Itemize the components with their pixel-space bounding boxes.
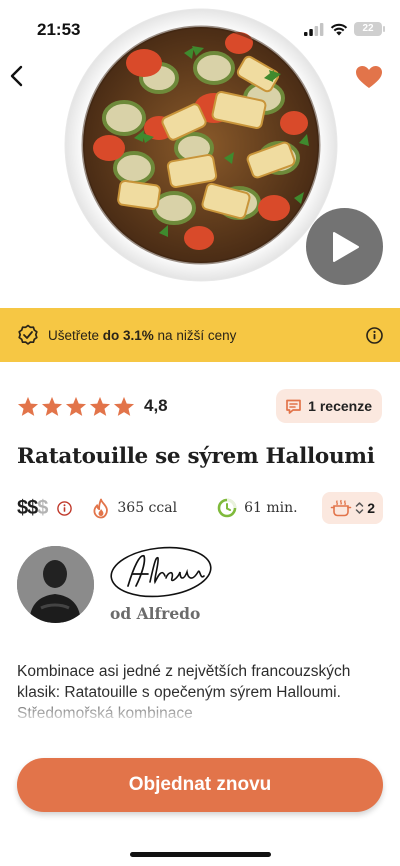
stepper-arrows-icon xyxy=(355,502,364,514)
back-button[interactable] xyxy=(5,62,27,90)
recipe-hero: 21:53 22 xyxy=(0,0,400,308)
rating-row: 4,8 xyxy=(17,392,168,420)
rating-value: 4,8 xyxy=(144,396,168,415)
favorite-button[interactable] xyxy=(354,63,384,91)
savings-highlight: do 3.1% xyxy=(102,327,154,343)
home-indicator[interactable] xyxy=(130,852,271,857)
play-icon xyxy=(332,231,359,262)
reviews-label: 1 recenze xyxy=(308,398,372,414)
status-time: 21:53 xyxy=(37,20,81,39)
star-icon xyxy=(41,396,63,416)
play-video-button[interactable] xyxy=(306,208,383,285)
star-icon xyxy=(89,396,111,416)
heart-icon xyxy=(356,66,382,88)
star-icon xyxy=(65,396,87,416)
review-icon xyxy=(286,399,302,414)
star-icon xyxy=(17,396,39,416)
badge-check-icon xyxy=(18,324,38,345)
info-icon[interactable] xyxy=(366,326,383,344)
author-name[interactable]: od Alfredo xyxy=(110,604,200,623)
calories-value: 365 ccal xyxy=(117,500,178,516)
recipe-meta: $$$ 365 ccal 61 min. 2 xyxy=(17,492,383,524)
price-info-button[interactable] xyxy=(57,500,73,516)
price-level: $$$ xyxy=(17,496,48,520)
savings-text: Ušetřete do 3.1% na nižší ceny xyxy=(48,328,236,343)
cellular-signal-icon xyxy=(304,22,324,36)
savings-prefix: Ušetřete xyxy=(48,327,103,343)
price-level-dim: $ xyxy=(37,496,48,519)
signature xyxy=(110,546,212,598)
savings-banner[interactable]: Ušetřete do 3.1% na nižší ceny xyxy=(0,308,400,362)
flame-icon xyxy=(93,498,109,518)
info-icon xyxy=(57,500,73,516)
reviews-button[interactable]: 1 recenze xyxy=(276,389,382,423)
recipe-title: Ratatouille se sýrem Halloumi xyxy=(17,444,375,469)
servings-stepper[interactable]: 2 xyxy=(322,492,383,524)
price-level-active: $$ xyxy=(17,496,38,519)
savings-suffix: na nižší ceny xyxy=(153,327,237,343)
servings-value: 2 xyxy=(367,500,375,516)
cooking-pot-icon xyxy=(330,499,352,517)
back-arrow-icon xyxy=(10,65,23,87)
battery-level: 22 xyxy=(362,23,374,34)
time-value: 61 min. xyxy=(244,500,298,516)
wifi-icon xyxy=(330,23,348,35)
prep-time: 61 min. xyxy=(217,498,298,518)
calories: 365 ccal xyxy=(92,498,177,519)
order-again-button[interactable]: Objednat znovu xyxy=(17,758,383,812)
author-photo xyxy=(17,546,94,623)
status-icons: 22 xyxy=(304,22,385,36)
description-fade xyxy=(0,694,400,734)
rating-stars xyxy=(17,396,135,417)
star-icon xyxy=(113,396,135,416)
battery-icon: 22 xyxy=(354,22,385,36)
avatar[interactable] xyxy=(17,546,94,623)
timer-icon xyxy=(217,498,237,518)
status-bar: 21:53 22 xyxy=(0,0,400,58)
